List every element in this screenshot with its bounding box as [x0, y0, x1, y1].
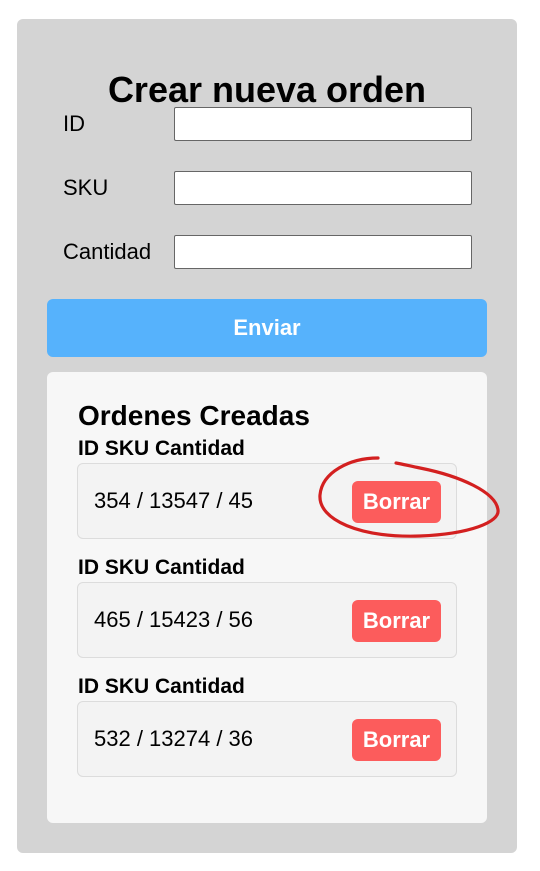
orders-panel: Ordenes Creadas ID SKU Cantidad 354 / 13…	[47, 372, 487, 823]
order-header: ID SKU Cantidad	[78, 556, 245, 579]
cantidad-input[interactable]	[174, 235, 472, 269]
order-summary: 354 / 13547 / 45	[94, 488, 254, 513]
delete-order-button[interactable]: Borrar	[352, 719, 441, 761]
delete-order-button[interactable]: Borrar	[352, 481, 441, 523]
page-title: Crear nueva orden	[107, 69, 427, 110]
orders-title: Ordenes Creadas	[78, 400, 310, 431]
order-card: 465 / 15423 / 56 Borrar	[77, 582, 457, 658]
order-header: ID SKU Cantidad	[78, 437, 245, 460]
order-card: 532 / 13274 / 36 Borrar	[77, 701, 457, 777]
order-summary: 465 / 15423 / 56	[94, 607, 254, 632]
order-header: ID SKU Cantidad	[78, 675, 245, 698]
sku-label: SKU	[63, 175, 109, 200]
order-card: 354 / 13547 / 45 Borrar	[77, 463, 457, 539]
order-summary: 532 / 13274 / 36	[94, 726, 254, 751]
cantidad-label: Cantidad	[63, 239, 152, 264]
order-form-panel: Crear nueva orden ID SKU Cantidad Enviar…	[17, 19, 517, 853]
delete-order-button[interactable]: Borrar	[352, 600, 441, 642]
submit-button[interactable]: Enviar	[47, 299, 487, 357]
id-input[interactable]	[174, 107, 472, 141]
sku-input[interactable]	[174, 171, 472, 205]
id-label: ID	[63, 111, 85, 136]
